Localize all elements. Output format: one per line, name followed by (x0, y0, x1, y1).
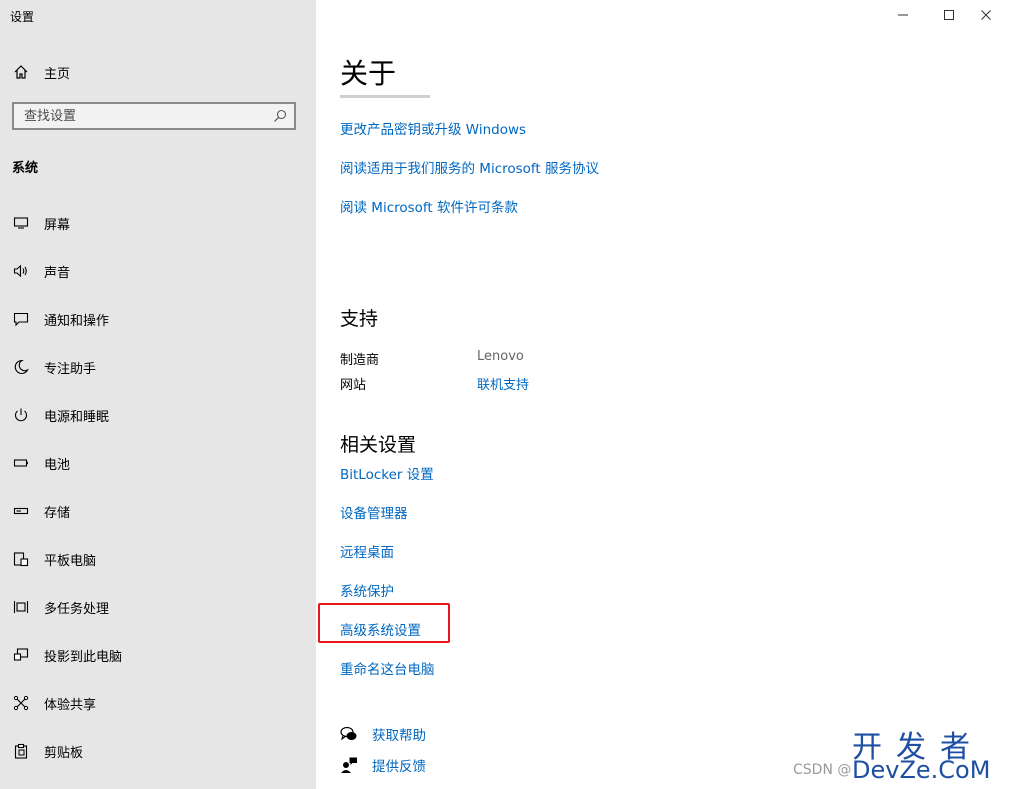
change-product-key-link[interactable]: 更改产品密钥或升级 Windows (340, 118, 526, 138)
system-protection-link[interactable]: 系统保护 (340, 580, 394, 600)
csdn-watermark: CSDN @ (793, 762, 852, 778)
speaker-icon (12, 262, 30, 280)
page-title: 关于 (340, 57, 397, 90)
sidebar-item-label: 电池 (44, 457, 71, 473)
sidebar-item-label: 存储 (44, 505, 71, 521)
rename-pc-link[interactable]: 重命名这台电脑 (340, 658, 435, 678)
sidebar-item-power[interactable]: 电源和睡眠 (0, 395, 316, 435)
share-icon (12, 694, 30, 712)
app-title: 设置 (10, 10, 35, 24)
sidebar-item-multitasking[interactable]: 多任务处理 (0, 587, 316, 627)
power-icon (12, 406, 30, 424)
sidebar-item-battery[interactable]: 电池 (0, 443, 316, 483)
search-box[interactable] (12, 102, 296, 130)
project-icon (12, 646, 30, 664)
sidebar-item-project[interactable]: 投影到此电脑 (0, 635, 316, 675)
sidebar-item-label: 通知和操作 (44, 313, 110, 329)
battery-icon (12, 454, 30, 472)
remote-desktop-link[interactable]: 远程桌面 (340, 541, 394, 561)
sidebar: 设置 主页 系统 屏幕 声音 通知和操作 专注助手 (0, 0, 316, 789)
device-manager-link[interactable]: 设备管理器 (340, 502, 408, 522)
sidebar-item-label: 声音 (44, 265, 71, 281)
search-icon[interactable] (272, 108, 288, 124)
multitask-icon (12, 598, 30, 616)
sidebar-item-shared-experiences[interactable]: 体验共享 (0, 683, 316, 723)
sidebar-item-label: 体验共享 (44, 697, 97, 713)
service-agreement-link[interactable]: 阅读适用于我们服务的 Microsoft 服务协议 (340, 157, 599, 177)
sidebar-item-label: 平板电脑 (44, 553, 97, 569)
feedback-icon (340, 756, 358, 774)
home-icon (12, 63, 30, 81)
website-key: 网站 (340, 378, 367, 393)
sidebar-item-label: 屏幕 (44, 217, 71, 233)
brand-watermark-bottom: DevZe.CoM (852, 756, 991, 784)
display-icon (12, 214, 30, 232)
sidebar-item-notifications[interactable]: 通知和操作 (0, 299, 316, 339)
sidebar-item-focus-assist[interactable]: 专注助手 (0, 347, 316, 387)
get-help-label: 获取帮助 (372, 728, 426, 744)
sidebar-item-label: 专注助手 (44, 361, 97, 377)
moon-icon (12, 358, 30, 376)
section-label: 系统 (12, 161, 39, 176)
sidebar-item-storage[interactable]: 存储 (0, 491, 316, 531)
tablet-icon (12, 550, 30, 568)
main-content: 关于 更改产品密钥或升级 Windows 阅读适用于我们服务的 Microsof… (316, 0, 1009, 789)
support-heading: 支持 (340, 308, 379, 330)
feedback-link[interactable]: 提供反馈 (340, 754, 426, 776)
sidebar-item-home[interactable]: 主页 (0, 52, 316, 92)
sidebar-item-label: 投影到此电脑 (44, 649, 123, 665)
notification-icon (12, 310, 30, 328)
storage-icon (12, 502, 30, 520)
sidebar-item-clipboard[interactable]: 剪贴板 (0, 731, 316, 771)
search-input[interactable] (14, 104, 274, 128)
sidebar-item-sound[interactable]: 声音 (0, 251, 316, 291)
get-help-link[interactable]: 获取帮助 (340, 723, 426, 745)
feedback-label: 提供反馈 (372, 759, 426, 775)
advanced-system-settings-link[interactable]: 高级系统设置 (340, 619, 421, 639)
sidebar-item-tablet[interactable]: 平板电脑 (0, 539, 316, 579)
title-underline (340, 95, 430, 98)
sidebar-item-label: 电源和睡眠 (44, 409, 110, 425)
manufacturer-key: 制造商 (340, 353, 380, 368)
related-settings-heading: 相关设置 (340, 434, 417, 456)
bitlocker-settings-link[interactable]: BitLocker 设置 (340, 463, 434, 483)
license-terms-link[interactable]: 阅读 Microsoft 软件许可条款 (340, 196, 518, 216)
clipboard-icon (12, 742, 30, 760)
sidebar-item-label: 剪贴板 (44, 745, 84, 761)
manufacturer-value: Lenovo (477, 349, 524, 364)
help-chat-icon (340, 725, 358, 743)
sidebar-item-label: 主页 (44, 66, 71, 82)
sidebar-item-display[interactable]: 屏幕 (0, 203, 316, 243)
online-support-link[interactable]: 联机支持 (477, 374, 529, 393)
sidebar-item-label: 多任务处理 (44, 601, 110, 617)
